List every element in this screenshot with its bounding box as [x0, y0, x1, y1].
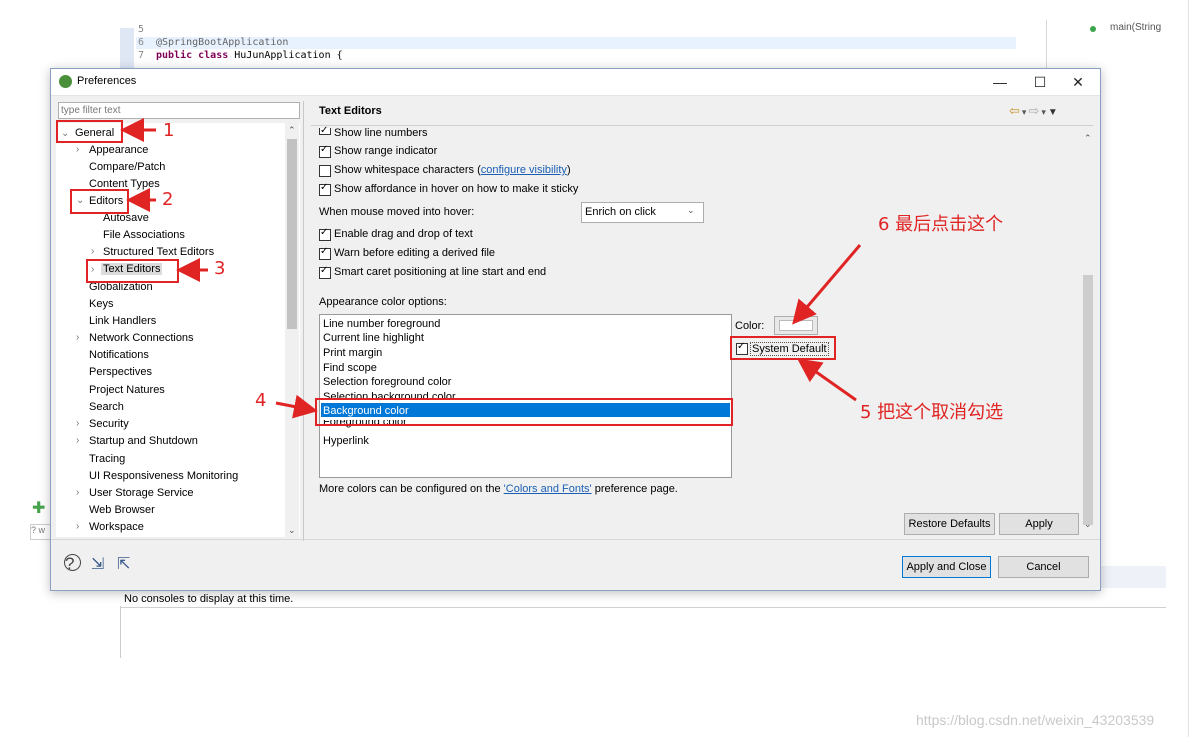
annotation-step-5: 5 把这个取消勾选	[860, 402, 1004, 423]
arrow-5	[797, 358, 857, 402]
annotation-step-4: 4	[255, 390, 267, 411]
arrow-4	[275, 394, 318, 419]
annotation-step-1: 1	[163, 120, 175, 141]
annotation-arrows	[120, 118, 862, 419]
annotation-step-2: 2	[162, 189, 174, 210]
annotation-step-3: 3	[214, 258, 226, 279]
arrow-6	[792, 244, 862, 325]
annotation-step-6: 6 最后点击这个	[878, 214, 1004, 235]
